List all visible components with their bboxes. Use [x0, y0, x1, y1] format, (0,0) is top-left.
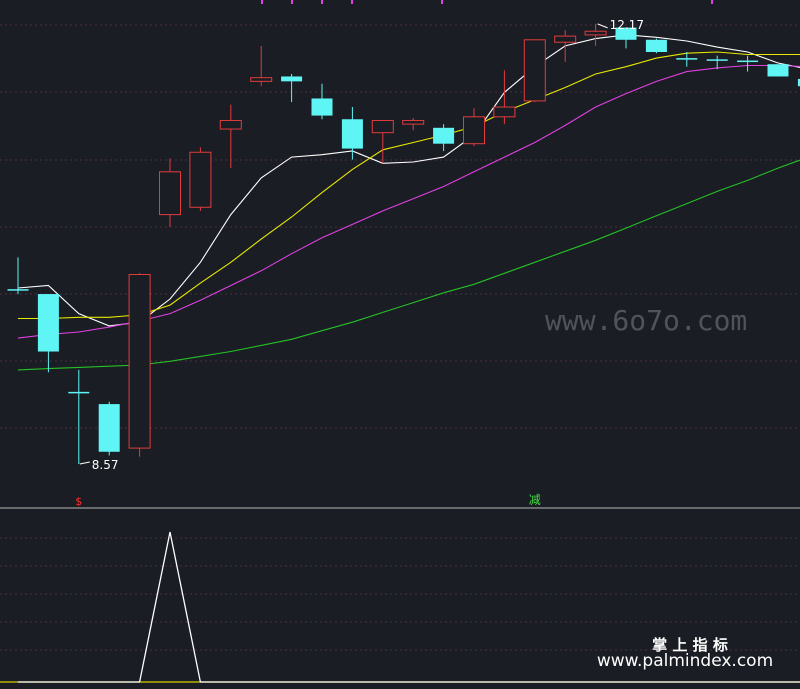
candle-body	[767, 64, 789, 77]
candle	[250, 45, 273, 87]
candle	[311, 83, 333, 120]
candle-body	[676, 58, 698, 60]
site-watermark: www.6o7o.com	[545, 304, 747, 337]
low-label-arrow	[79, 461, 90, 465]
candle-body	[371, 119, 394, 134]
candle-body	[219, 119, 242, 130]
candle-body	[402, 119, 425, 125]
candle-body	[706, 59, 728, 61]
candle-body	[311, 98, 333, 116]
candle	[433, 124, 455, 152]
high-label-arrow	[597, 23, 608, 29]
brand-watermark-url: www.palmindex.com	[597, 651, 773, 671]
candle	[98, 401, 120, 456]
candle	[219, 104, 242, 169]
candle	[584, 23, 607, 46]
candle-body	[189, 151, 212, 208]
candle-body	[584, 30, 607, 36]
candle	[281, 74, 303, 103]
candle	[645, 38, 667, 54]
candle	[402, 118, 425, 131]
candle	[737, 55, 759, 72]
candle-body	[68, 391, 90, 394]
candle	[7, 257, 29, 295]
candle-body	[7, 289, 29, 291]
candle	[523, 39, 546, 103]
candle-body	[554, 35, 577, 43]
candle-body	[128, 274, 151, 449]
candle-body	[250, 77, 273, 82]
candle-body	[281, 76, 303, 82]
low-price-label: 8.57	[92, 458, 119, 472]
candle	[68, 369, 90, 464]
candle-body	[463, 116, 485, 145]
candle-body	[159, 171, 181, 216]
buy-signal-marker: $	[75, 495, 82, 508]
candle	[189, 147, 212, 211]
candle	[159, 158, 181, 227]
candle	[463, 108, 485, 147]
candle-body	[37, 294, 59, 352]
high-price-label: 12.17	[610, 18, 644, 32]
candle-body	[98, 404, 120, 452]
candle-body	[341, 119, 363, 149]
stock-chart: www.6o7o.com 掌 上 指 标 www.palmindex.com 1…	[0, 0, 800, 685]
candle-body	[433, 127, 455, 144]
candle-body	[737, 60, 759, 63]
candle-body	[493, 106, 516, 118]
candlestick-chart-panel: www.6o7o.com 掌 上 指 标 www.palmindex.com 1…	[0, 0, 800, 683]
candle-body	[645, 39, 667, 53]
candle	[371, 119, 394, 164]
candle	[554, 30, 577, 62]
candle	[128, 273, 151, 457]
reduce-signal-marker: 减	[529, 493, 541, 507]
candle	[493, 70, 516, 125]
candle-body	[523, 39, 546, 102]
candle	[767, 64, 789, 77]
